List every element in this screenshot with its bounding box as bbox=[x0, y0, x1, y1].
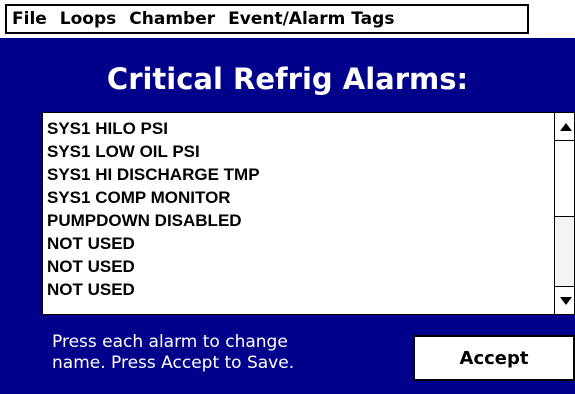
menu-bar: File Loops Chamber Event/Alarm Tags bbox=[5, 4, 529, 34]
alarm-list: SYS1 HILO PSI SYS1 LOW OIL PSI SYS1 HI D… bbox=[42, 112, 575, 315]
scroll-thumb[interactable] bbox=[555, 141, 574, 217]
accept-button[interactable]: Accept bbox=[413, 335, 575, 381]
page-title: Critical Refrig Alarms: bbox=[106, 62, 469, 96]
alarm-list-item[interactable]: NOT USED bbox=[47, 255, 547, 278]
alarm-list-item[interactable]: NOT USED bbox=[47, 278, 547, 301]
alarm-list-items: SYS1 HILO PSI SYS1 LOW OIL PSI SYS1 HI D… bbox=[47, 117, 547, 311]
instructions-line-1: Press each alarm to change bbox=[52, 332, 288, 352]
instructions-line-2: name. Press Accept to Save. bbox=[52, 353, 295, 373]
menu-event-alarm-tags[interactable]: Event/Alarm Tags bbox=[228, 9, 394, 29]
alarm-list-item[interactable]: SYS1 LOW OIL PSI bbox=[47, 140, 547, 163]
menu-file[interactable]: File bbox=[12, 9, 47, 29]
alarm-list-item[interactable]: PUMPDOWN DISABLED bbox=[47, 209, 547, 232]
instructions-text: Press each alarm to change name. Press A… bbox=[52, 332, 382, 374]
scroll-up-button[interactable] bbox=[555, 113, 574, 141]
menu-loops[interactable]: Loops bbox=[60, 9, 116, 29]
list-scrollbar[interactable] bbox=[554, 113, 574, 314]
alarm-tags-screen: File Loops Chamber Event/Alarm Tags Crit… bbox=[0, 0, 575, 394]
triangle-down-icon bbox=[559, 296, 572, 305]
triangle-up-icon bbox=[559, 122, 572, 131]
alarm-list-item[interactable]: NOT USED bbox=[47, 232, 547, 255]
scroll-down-button[interactable] bbox=[555, 286, 574, 314]
alarm-list-item[interactable]: SYS1 HI DISCHARGE TMP bbox=[47, 163, 547, 186]
alarm-list-item[interactable]: SYS1 COMP MONITOR bbox=[47, 186, 547, 209]
alarm-list-item[interactable]: SYS1 HILO PSI bbox=[47, 117, 547, 140]
menu-chamber[interactable]: Chamber bbox=[129, 9, 215, 29]
